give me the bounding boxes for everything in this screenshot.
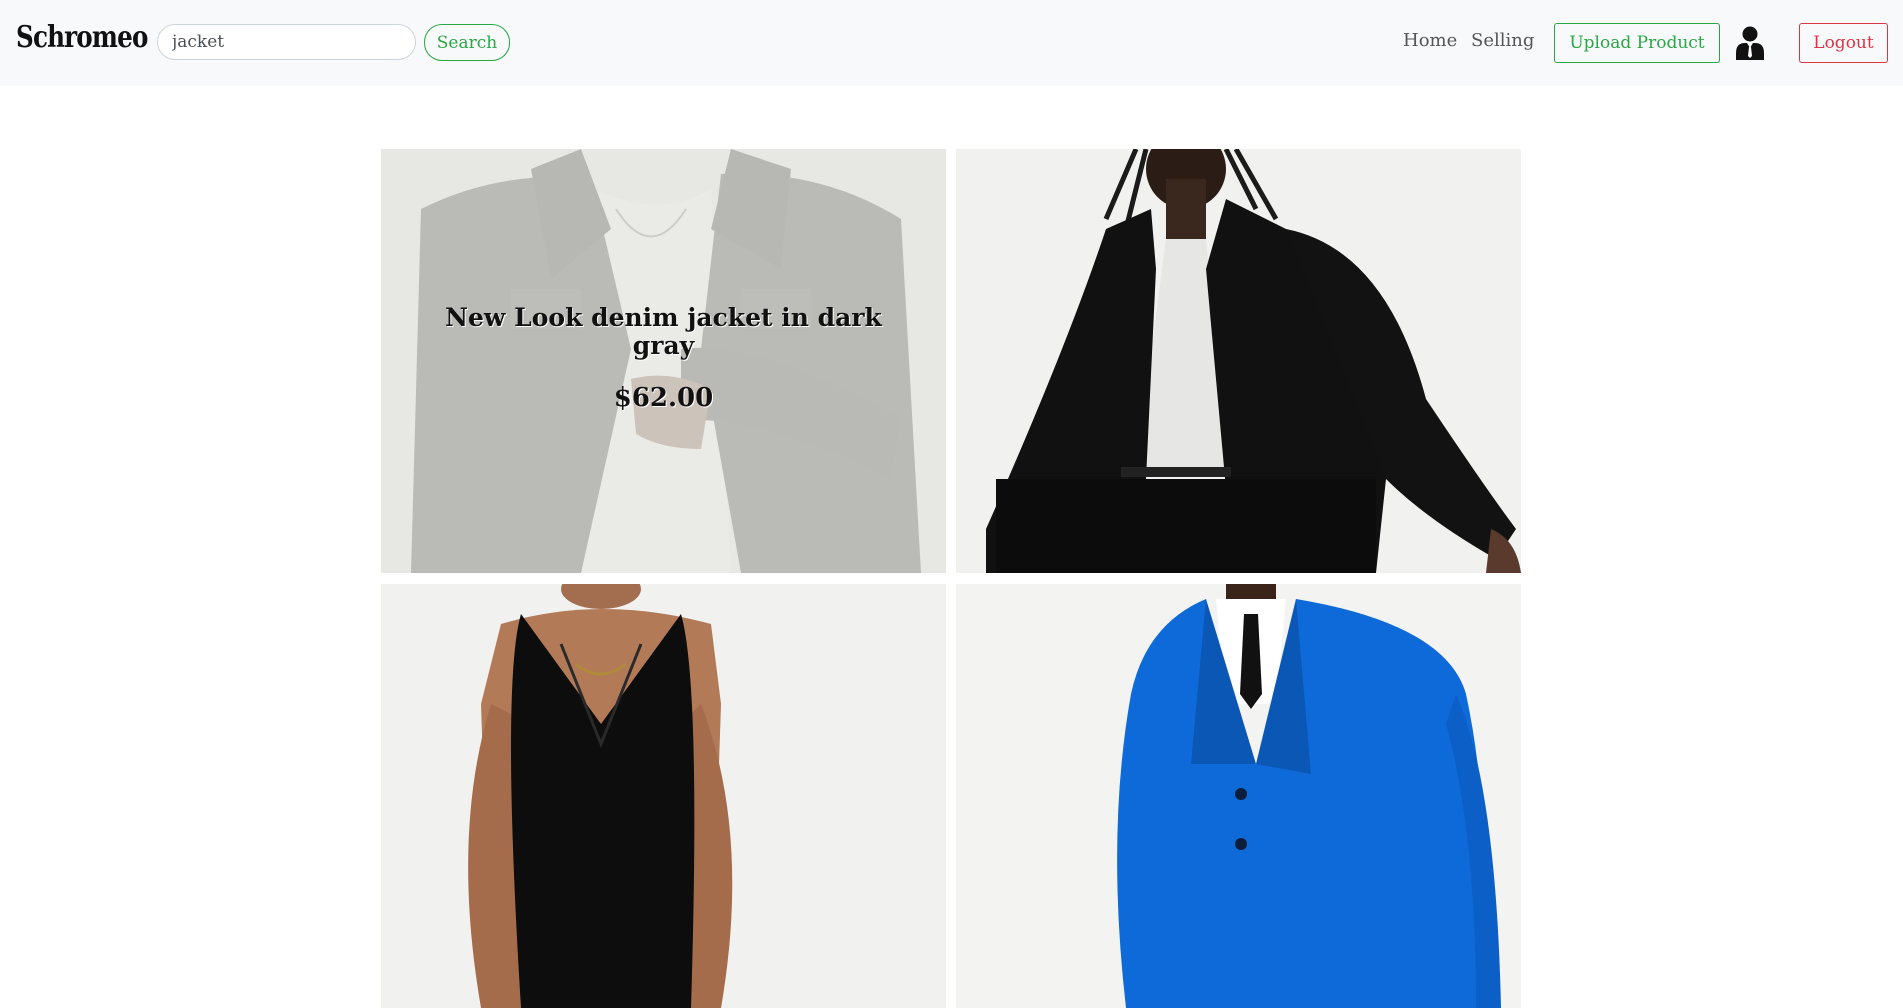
navbar: Schromeo Search Home Selling Upload Prod… bbox=[0, 0, 1903, 86]
nav-link-selling[interactable]: Selling bbox=[1471, 30, 1534, 51]
search-button[interactable]: Search bbox=[424, 24, 510, 61]
logout-button[interactable]: Logout bbox=[1799, 23, 1888, 63]
product-image bbox=[381, 584, 946, 1008]
product-card[interactable] bbox=[956, 584, 1521, 1008]
product-card[interactable] bbox=[381, 584, 946, 1008]
product-card[interactable]: New Look denim jacket in dark gray $62.0… bbox=[381, 149, 946, 573]
search-input[interactable] bbox=[157, 24, 416, 60]
product-image bbox=[956, 149, 1521, 573]
user-avatar-icon[interactable] bbox=[1735, 26, 1765, 60]
upload-product-button[interactable]: Upload Product bbox=[1554, 23, 1720, 63]
product-card[interactable] bbox=[956, 149, 1521, 573]
product-image bbox=[956, 584, 1521, 1008]
product-price: $62.00 bbox=[613, 383, 714, 413]
hover-overlay bbox=[381, 149, 946, 573]
brand-logo[interactable]: Schromeo bbox=[16, 20, 148, 55]
nav-link-home[interactable]: Home bbox=[1403, 30, 1457, 51]
product-title[interactable]: New Look denim jacket in dark gray bbox=[431, 304, 896, 360]
